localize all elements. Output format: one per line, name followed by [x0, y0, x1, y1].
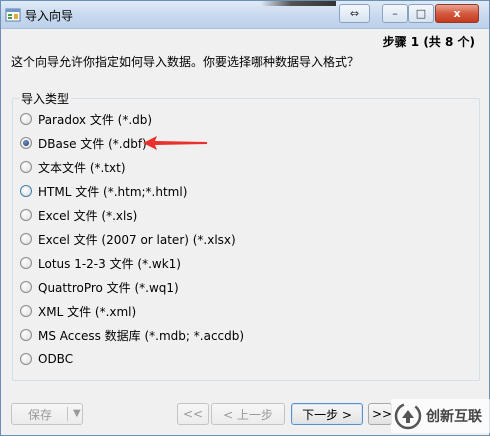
- save-button-label: 保存: [28, 407, 53, 422]
- option-xml[interactable]: XML 文件 (*.xml): [20, 302, 136, 320]
- option-label: ODBC: [38, 352, 74, 366]
- title-shadow-strip: [261, 1, 336, 6]
- option-text[interactable]: 文本文件 (*.txt): [20, 158, 126, 176]
- option-ms-access[interactable]: MS Access 数据库 (*.mdb; *.accdb): [20, 326, 244, 344]
- minimize-button[interactable]: –: [382, 4, 408, 23]
- next-button[interactable]: 下一步 >: [291, 403, 363, 425]
- radio-button[interactable]: [20, 305, 32, 317]
- radio-button[interactable]: [20, 233, 32, 245]
- option-label: MS Access 数据库 (*.mdb; *.accdb): [38, 328, 245, 343]
- radio-button[interactable]: [20, 185, 32, 197]
- split-divider: [67, 407, 68, 421]
- intro-text: 这个向导允许你指定如何导入数据。你要选择哪种数据导入格式？: [11, 55, 360, 69]
- option-label: XML 文件 (*.xml): [38, 304, 137, 319]
- option-quattropro[interactable]: QuattroPro 文件 (*.wq1): [20, 278, 179, 296]
- radio-button[interactable]: [20, 113, 32, 125]
- radio-button[interactable]: [20, 257, 32, 269]
- option-dbase[interactable]: DBase 文件 (*.dbf): [20, 134, 147, 152]
- red-arrow-annotation-icon: [143, 136, 207, 150]
- option-excel[interactable]: Excel 文件 (*.xls): [20, 206, 137, 224]
- option-label: 文本文件 (*.txt): [38, 160, 126, 175]
- first-step-button[interactable]: <<: [177, 403, 209, 425]
- option-label: DBase 文件 (*.dbf): [38, 136, 147, 151]
- radio-button[interactable]: [20, 209, 32, 221]
- resize-button[interactable]: ⇔: [339, 4, 370, 23]
- import-wizard-window: 导入向导 ⇔ – □ x 步骤 1 (共 8 个) 这个向导允许你指定如何导入数…: [0, 0, 490, 436]
- save-split-button[interactable]: 保存 ▼: [11, 403, 83, 425]
- previous-button[interactable]: < 上一步: [211, 403, 285, 425]
- step-indicator: 步骤 1 (共 8 个): [382, 35, 475, 49]
- option-label: Lotus 1-2-3 文件 (*.wk1): [38, 256, 181, 271]
- radio-button[interactable]: [20, 353, 32, 365]
- option-html[interactable]: HTML 文件 (*.htm;*.html): [20, 182, 187, 200]
- option-paradox[interactable]: Paradox 文件 (*.db): [20, 110, 152, 128]
- maximize-button[interactable]: □: [408, 4, 434, 23]
- watermark-text: 创新互联: [426, 409, 482, 425]
- option-label: Excel 文件 (*.xls): [38, 208, 138, 223]
- option-excel-2007[interactable]: Excel 文件 (2007 or later) (*.xlsx): [20, 230, 236, 248]
- title-bar[interactable]: 导入向导 ⇔ – □ x: [1, 1, 489, 29]
- window-title: 导入向导: [25, 9, 74, 23]
- last-step-button[interactable]: >>: [368, 403, 392, 425]
- close-button[interactable]: x: [435, 4, 479, 23]
- wizard-app-icon: [5, 8, 21, 22]
- radio-button-checked[interactable]: [20, 137, 32, 149]
- radio-button[interactable]: [20, 161, 32, 173]
- radio-button[interactable]: [20, 329, 32, 341]
- option-label: Excel 文件 (2007 or later) (*.xlsx): [38, 232, 236, 247]
- dropdown-caret-icon[interactable]: ▼: [73, 408, 81, 419]
- option-label: HTML 文件 (*.htm;*.html): [38, 184, 188, 199]
- radio-button[interactable]: [20, 281, 32, 293]
- watermark: 创新互联: [391, 399, 490, 433]
- brand-logo-icon: [394, 402, 422, 430]
- import-type-legend: 导入类型: [19, 90, 72, 107]
- option-lotus[interactable]: Lotus 1-2-3 文件 (*.wk1): [20, 254, 181, 272]
- option-odbc[interactable]: ODBC: [20, 350, 73, 368]
- option-label: Paradox 文件 (*.db): [38, 112, 153, 127]
- option-label: QuattroPro 文件 (*.wq1): [38, 280, 179, 295]
